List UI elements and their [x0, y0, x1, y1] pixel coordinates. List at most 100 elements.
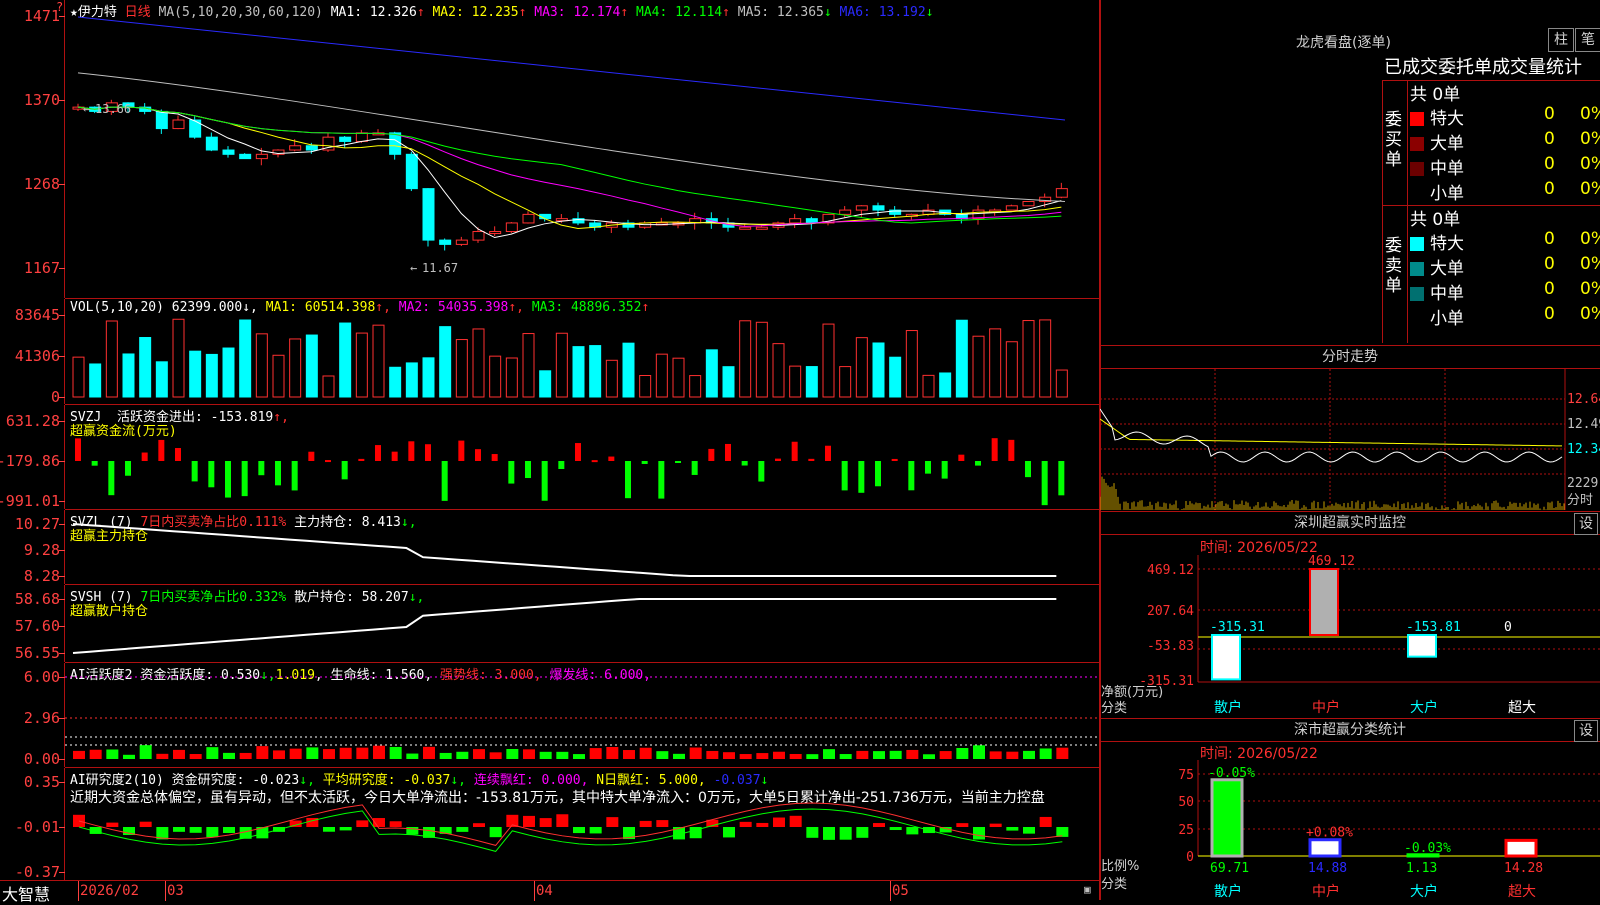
sz-class-settings-button[interactable]: 设: [1574, 720, 1598, 742]
tick-mode-button[interactable]: 笔: [1575, 28, 1600, 52]
dragon-row: 特大 0 0%: [1410, 104, 1600, 129]
volume-bar: [772, 343, 785, 398]
research-bar: [656, 820, 669, 827]
volume-axis: 83645 41306 0: [0, 299, 65, 406]
left-chart-area[interactable]: 1471 1370 1268 1167 ? ★伊力特 日线 MA(5,10,20…: [0, 0, 1100, 904]
volume-bar: [139, 337, 152, 398]
candle: [489, 231, 502, 235]
candle: [172, 119, 185, 130]
research-bar: [106, 822, 119, 827]
dragon-row-qty: 0: [1544, 104, 1555, 124]
candle: [805, 218, 818, 224]
research-bar: [639, 820, 652, 827]
activity-bar: [339, 747, 352, 759]
flow-bar: [191, 461, 198, 482]
date-axis: 大智慧 2026/02 03 04 05 ▣: [0, 880, 1099, 904]
ai2-chart: [73, 802, 1069, 852]
activity-bar: [306, 747, 319, 759]
volume-bar: [805, 366, 818, 398]
volume-bar: [1022, 320, 1035, 398]
research-bar: [773, 817, 785, 827]
svsh-tick: 56.55: [14, 644, 60, 662]
volume-bar: [355, 332, 368, 398]
sz-class-tick: 50: [1178, 795, 1194, 810]
volume-bar: [989, 328, 1002, 398]
sz-class-tick: 75: [1178, 768, 1194, 783]
activity-bar: [673, 753, 685, 759]
flow-bar: [575, 443, 581, 461]
volume-bar: [372, 324, 385, 398]
dragon-title: 龙虎看盘(逐单): [1296, 35, 1391, 51]
flow-bar: [908, 461, 915, 491]
candle: [505, 222, 518, 233]
flow-bar: [208, 461, 215, 488]
research-bar: [856, 827, 869, 838]
flow-bar: [91, 461, 98, 466]
intraday-tick: 12.34: [1567, 442, 1600, 457]
activity-bar: [473, 749, 485, 759]
candle: [405, 153, 418, 190]
flow-bar: [158, 439, 165, 461]
activity-bar: [189, 754, 202, 759]
flow-bar: [841, 461, 848, 491]
settings-icon[interactable]: ?: [56, 0, 63, 14]
svzj-tick: -991.01: [0, 492, 60, 510]
activity-bar: [489, 752, 502, 759]
ai1-chart: [65, 676, 1099, 759]
research-bar: [906, 827, 919, 835]
flow-bar: [1058, 461, 1065, 496]
sz-class-tick: 0: [1186, 850, 1194, 865]
flow-bar: [858, 461, 865, 493]
flow-bar: [225, 461, 231, 498]
flow-bar: [758, 461, 765, 482]
candle: [1022, 201, 1035, 207]
flow-bar: [508, 461, 515, 484]
high-marker-value: 13.66: [95, 102, 131, 116]
ai1-tick: 6.00: [23, 668, 60, 686]
research-bar: [556, 814, 569, 827]
flow-bar: [825, 445, 831, 461]
volume-bar: [1039, 319, 1052, 398]
lock-icon[interactable]: ▣: [1084, 883, 1091, 896]
activity-bar: [956, 747, 969, 759]
activity-bar: [439, 752, 452, 759]
activity-bar: [139, 745, 152, 759]
sz-monitor-time: 时间: 2026/05/22: [1200, 540, 1318, 556]
candle: [355, 132, 368, 142]
volume-bar: [339, 322, 352, 398]
volume-bar: [972, 335, 985, 398]
sz-monitor-header: 深圳超赢实时监控设: [1100, 511, 1600, 535]
class-category: 大户: [1410, 884, 1438, 900]
volume-bar: [755, 321, 768, 398]
volume-bar: [405, 362, 418, 398]
activity-bar: [523, 749, 535, 759]
volume-bar: [655, 353, 668, 398]
sz-class-ylabel: 比例%: [1101, 859, 1140, 874]
legend-swatch: [1410, 137, 1424, 151]
candle: [305, 145, 318, 151]
dragon-row-label: 特大: [1430, 234, 1464, 254]
activity-bar: [606, 747, 619, 759]
research-bar: [589, 827, 602, 834]
date-tick: 03: [167, 883, 184, 899]
dragon-row: 中单 0 0%: [1410, 154, 1600, 179]
bar-mode-button[interactable]: 柱: [1548, 28, 1574, 52]
research-bar: [223, 827, 235, 834]
candle: [755, 226, 768, 230]
sz-monitor-settings-button[interactable]: 设: [1574, 513, 1598, 535]
activity-bar: [323, 749, 335, 759]
research-bar: [806, 827, 819, 838]
volume-bar: [689, 375, 702, 398]
flow-bar: [975, 461, 981, 466]
flow-bar: [275, 461, 281, 486]
price-tick: 1370: [23, 91, 60, 109]
sell-side-label: 委卖单: [1385, 236, 1402, 296]
class-value: 14.28: [1504, 861, 1543, 876]
sz-monitor-tick: 207.64: [1147, 604, 1194, 619]
flow-bar: [325, 460, 331, 463]
flow-bar: [75, 438, 81, 461]
activity-bar: [73, 750, 85, 759]
flow-bar: [808, 458, 815, 461]
flow-bar: [1041, 461, 1048, 506]
dragon-row-qty: 0: [1544, 279, 1555, 299]
